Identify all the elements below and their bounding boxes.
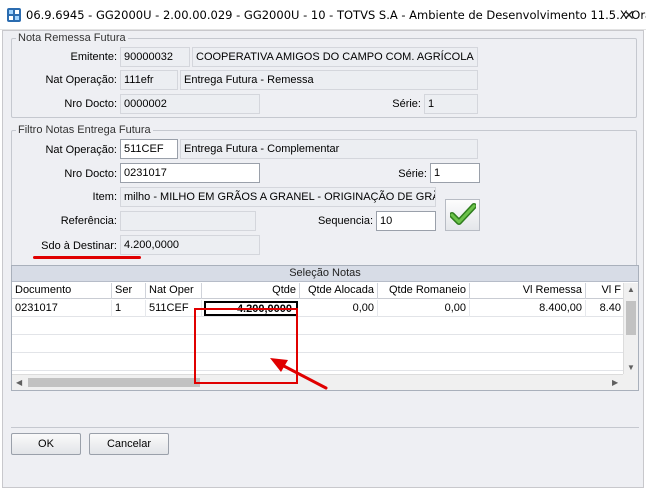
cell-qtde-alocada[interactable]: 0,00 — [300, 300, 378, 317]
scroll-right-icon[interactable]: ▶ — [612, 378, 618, 388]
filtro-serie-input[interactable]: 1 — [430, 163, 480, 183]
vertical-scroll-thumb[interactable] — [626, 301, 636, 335]
col-qtde-romaneio[interactable]: Qtde Romaneio — [378, 283, 470, 299]
grid-header: Documento Ser Nat Oper Qtde Qtde Alocada… — [12, 283, 624, 299]
table-row-empty — [12, 336, 624, 353]
cell-qtde-romaneio[interactable]: 0,00 — [378, 300, 470, 317]
col-qtde-alocada[interactable]: Qtde Alocada — [300, 283, 378, 299]
close-button[interactable]: ✕ — [612, 0, 646, 30]
ok-button[interactable]: OK — [11, 433, 81, 455]
scroll-corner — [623, 374, 638, 390]
filtro-serie-label: Série: — [398, 168, 427, 180]
serie-label: Série: — [392, 98, 421, 110]
col-vl-f[interactable]: Vl F — [586, 283, 624, 299]
filtro-nro-docto-input[interactable]: 0231017 — [120, 163, 260, 183]
filtro-nro-docto-label: Nro Docto: — [64, 168, 117, 180]
referencia-label: Referência: — [60, 215, 117, 227]
horizontal-scroll-thumb[interactable] — [28, 378, 200, 387]
col-ser[interactable]: Ser — [112, 283, 146, 299]
filtro-nat-operacao-desc: Entrega Futura - Complementar — [180, 139, 478, 159]
filtro-legend: Filtro Notas Entrega Futura — [18, 124, 151, 136]
filtro-nat-operacao-label: Nat Operação: — [45, 144, 117, 156]
nro-docto-label: Nro Docto: — [64, 98, 117, 110]
scroll-down-icon[interactable]: ▼ — [627, 363, 635, 373]
col-documento[interactable]: Documento — [12, 283, 112, 299]
table-row[interactable]: 0231017 1 511CEF 4.200,0000 0,00 0,00 8.… — [12, 300, 624, 317]
button-bar: OK Cancelar — [11, 427, 639, 455]
scroll-up-icon[interactable]: ▲ — [627, 285, 635, 295]
grid-vertical-scrollbar[interactable]: ▲ ▼ — [623, 283, 638, 375]
cell-ser[interactable]: 1 — [112, 300, 146, 317]
confirm-filter-button[interactable] — [445, 199, 480, 231]
highlight-box — [194, 308, 298, 384]
dialog-body: Nota Remessa Futura Emitente: 90000032 C… — [2, 30, 644, 488]
scroll-left-icon[interactable]: ◀ — [16, 378, 22, 388]
cancel-button[interactable]: Cancelar — [89, 433, 169, 455]
item-field: milho - MILHO EM GRÃOS A GRANEL - ORIGIN… — [120, 187, 436, 207]
nat-operacao-label: Nat Operação: — [45, 74, 117, 86]
nat-operacao-code-field: 111efr — [120, 70, 178, 90]
serie-field: 1 — [424, 94, 478, 114]
window-title: 06.9.6945 - GG2000U - 2.00.00.029 - GG20… — [26, 8, 646, 22]
referencia-field — [120, 211, 256, 231]
table-row-empty — [12, 318, 624, 335]
col-vl-remessa[interactable]: Vl Remessa — [470, 283, 586, 299]
item-label: Item: — [92, 191, 117, 203]
col-qtde[interactable]: Qtde — [202, 283, 300, 299]
grid-horizontal-scrollbar[interactable]: ◀ ▶ — [12, 374, 624, 390]
sequencia-input[interactable]: 10 — [376, 211, 436, 231]
col-nat-oper[interactable]: Nat Oper — [146, 283, 202, 299]
emitente-code-field: 90000032 — [120, 47, 190, 67]
grid-title: Seleção Notas — [12, 266, 638, 282]
sdo-destinar-field: 4.200,0000 — [120, 235, 260, 255]
nro-docto-field: 0000002 — [120, 94, 260, 114]
checkmark-icon — [448, 202, 477, 228]
nat-operacao-desc-field: Entrega Futura - Remessa — [180, 70, 478, 90]
selecao-notas-grid: Seleção Notas Documento Ser Nat Oper Qtd… — [11, 265, 639, 391]
highlight-underline — [33, 256, 141, 259]
nota-remessa-legend: Nota Remessa Futura — [18, 32, 126, 44]
close-icon: ✕ — [623, 6, 635, 23]
cell-vl-f[interactable]: 8.40 — [586, 300, 624, 317]
emitente-name-field: COOPERATIVA AMIGOS DO CAMPO COM. AGRÍCOL… — [192, 47, 478, 67]
table-row-empty — [12, 354, 624, 371]
cell-documento[interactable]: 0231017 — [12, 300, 112, 317]
app-logo-icon — [6, 7, 22, 23]
sdo-destinar-label: Sdo à Destinar: — [41, 240, 117, 252]
sequencia-label: Sequencia: — [317, 215, 373, 227]
cell-vl-remessa[interactable]: 8.400,00 — [470, 300, 586, 317]
filtro-nat-operacao-input[interactable]: 511CEF — [120, 139, 178, 159]
emitente-label: Emitente: — [70, 51, 117, 63]
window-titlebar: 06.9.6945 - GG2000U - 2.00.00.029 - GG20… — [0, 0, 646, 30]
